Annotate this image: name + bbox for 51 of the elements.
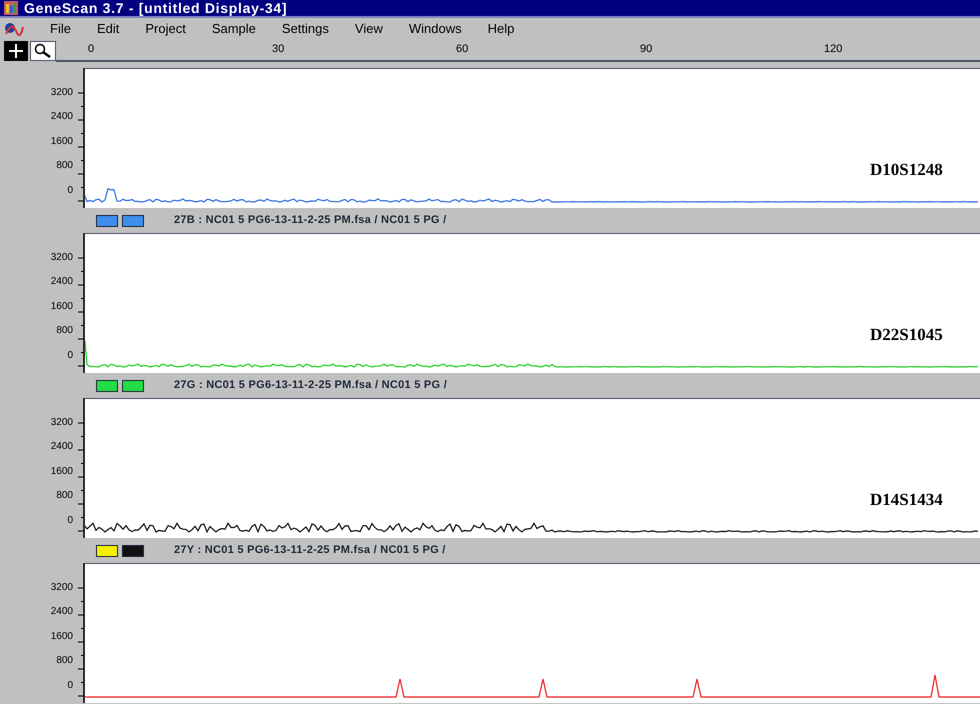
crosshair-icon (8, 43, 24, 59)
color-swatch[interactable] (122, 214, 144, 226)
crosshair-tool[interactable] (4, 41, 28, 61)
y-tick-label: 1600 (50, 630, 73, 644)
menu-item[interactable]: Help (488, 19, 514, 39)
y-tick-label: 800 (56, 654, 73, 668)
y-tick-label: 800 (56, 159, 73, 174)
color-swatch[interactable] (96, 214, 118, 226)
marker-label: D22S1045 (870, 324, 943, 346)
sample-file-label: 27B : NC01 5 PG6-13-11-2-25 PM.fsa / NC01 5 PG / (174, 213, 446, 228)
y-tick-label: 3200 (50, 581, 73, 595)
menu-item[interactable]: Sample (212, 19, 256, 39)
window-title: GeneScan 3.7 - [untitled Display-34] (24, 0, 288, 18)
menu-item[interactable]: Settings (282, 19, 329, 39)
y-tick-label: 1600 (50, 464, 73, 479)
menu-item[interactable]: View (354, 19, 383, 39)
ruler-tick-label: 60 (456, 42, 468, 57)
color-swatch[interactable] (122, 544, 144, 556)
y-tick-label: 800 (56, 324, 73, 338)
y-tick-label: 2400 (50, 110, 73, 124)
y-tick-label: 3200 (50, 416, 73, 430)
ruler-tick-label: 30 (272, 42, 284, 57)
zoom-tool[interactable] (30, 41, 56, 61)
y-tick-label: 0 (67, 514, 73, 528)
marker-label: D10S1248 (870, 159, 943, 181)
marker-label: D14S1434 (870, 489, 943, 511)
magnifier-icon (33, 43, 53, 59)
menu-item[interactable]: File (50, 19, 71, 39)
y-tick-label: 2400 (50, 275, 73, 290)
ruler-tick-label: 120 (824, 42, 842, 57)
y-tick-label: 1600 (50, 300, 73, 314)
y-tick-label: 0 (67, 348, 73, 363)
sample-file-label: 27Y : NC01 5 PG6-13-11-2-25 PM.fsa / NC01 5 PG / (174, 543, 446, 558)
app-icon (4, 1, 18, 15)
menu-item[interactable]: Windows (408, 19, 462, 39)
y-tick-label: 0 (67, 678, 73, 693)
menu-item[interactable]: Project (145, 19, 186, 39)
sample-file-label: 27G : NC01 5 PG6-13-11-2-25 PM.fsa / NC01 5 PG / (174, 378, 448, 394)
y-tick-label: 2400 (50, 440, 73, 454)
color-swatch[interactable] (122, 380, 144, 392)
ruler-tick-label: 90 (640, 42, 652, 57)
y-tick-label: 800 (56, 489, 73, 504)
y-tick-label: 1600 (50, 134, 73, 149)
ruler-tick-label: 0 (88, 42, 94, 57)
y-tick-label: 3200 (50, 86, 73, 100)
color-swatch[interactable] (96, 380, 118, 392)
y-tick-label: 0 (67, 184, 73, 198)
color-swatch[interactable] (96, 544, 118, 556)
menu-item[interactable]: Edit (96, 19, 120, 39)
y-tick-label: 3200 (50, 251, 73, 265)
y-tick-label: 2400 (50, 605, 73, 620)
